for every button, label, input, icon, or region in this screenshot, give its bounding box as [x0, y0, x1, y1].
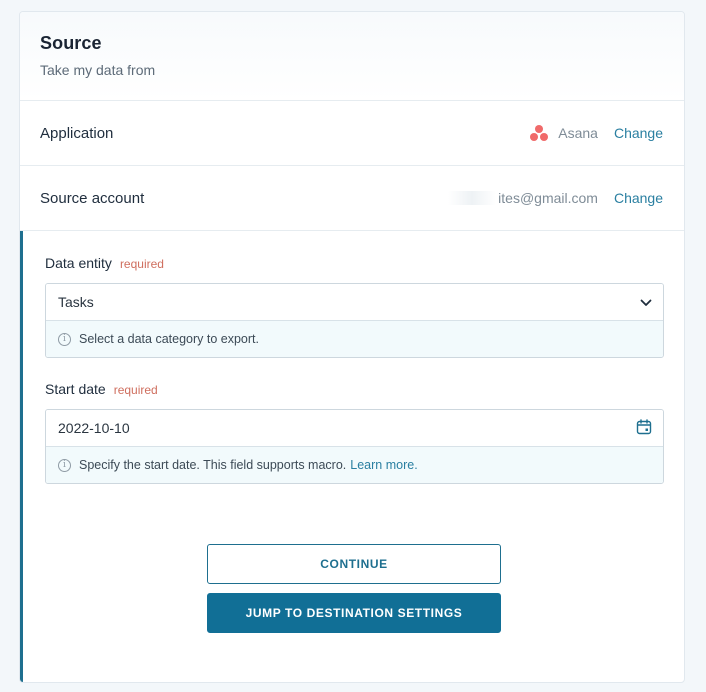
application-row: Application Asana Change	[20, 101, 684, 166]
calendar-icon[interactable]	[636, 418, 652, 438]
change-application-link[interactable]: Change	[614, 125, 663, 141]
start-date-input[interactable]: 2022-10-10	[46, 410, 663, 447]
start-date-box: 2022-10-10 i Specify the start date. Thi…	[45, 409, 664, 484]
data-entity-hint-text: Select a data category to export.	[79, 332, 259, 346]
data-entity-label-row: Data entity required	[45, 255, 664, 271]
action-buttons: CONTINUE JUMP TO DESTINATION SETTINGS	[207, 544, 501, 633]
source-form: Data entity required Tasks i Select a da…	[20, 231, 684, 682]
source-account-row: Source account ites@gmail.com Change	[20, 166, 684, 231]
start-date-value: 2022-10-10	[58, 420, 130, 436]
info-icon: i	[58, 458, 71, 472]
data-entity-label: Data entity	[45, 255, 112, 271]
source-card: Source Take my data from Application Asa…	[19, 11, 685, 683]
asana-icon	[529, 123, 549, 143]
start-date-label: Start date	[45, 381, 106, 397]
data-entity-select[interactable]: Tasks	[46, 284, 663, 321]
section-subtitle: Take my data from	[40, 62, 156, 78]
required-badge: required	[119, 257, 164, 271]
learn-more-link[interactable]: Learn more.	[350, 458, 417, 472]
source-account-label: Source account	[40, 189, 145, 207]
start-date-hint: i Specify the start date. This field sup…	[46, 447, 663, 483]
section-title: Source	[40, 33, 102, 53]
application-name: Asana	[558, 125, 598, 141]
jump-to-destination-button[interactable]: JUMP TO DESTINATION SETTINGS	[207, 593, 501, 633]
start-date-label-row: Start date required	[45, 381, 664, 397]
data-entity-box: Tasks i Select a data category to export…	[45, 283, 664, 358]
data-entity-value: Tasks	[58, 294, 94, 310]
change-account-link[interactable]: Change	[614, 190, 663, 206]
data-entity-field: Data entity required Tasks i Select a da…	[45, 255, 664, 358]
start-date-hint-text: Specify the start date. This field suppo…	[79, 458, 347, 472]
source-account-value: ites@gmail.com	[448, 190, 598, 206]
start-date-field: Start date required 2022-10-10 i Specify…	[45, 381, 664, 484]
chevron-down-icon	[640, 294, 652, 310]
source-header: Source Take my data from	[20, 12, 684, 101]
application-value: Asana	[529, 123, 598, 143]
required-badge: required	[113, 383, 158, 397]
info-icon: i	[58, 332, 71, 346]
continue-button[interactable]: CONTINUE	[207, 544, 501, 584]
source-account-email: ites@gmail.com	[498, 190, 598, 206]
data-entity-hint: i Select a data category to export.	[46, 321, 663, 357]
application-label: Application	[40, 124, 114, 142]
redacted-mask	[448, 191, 497, 205]
